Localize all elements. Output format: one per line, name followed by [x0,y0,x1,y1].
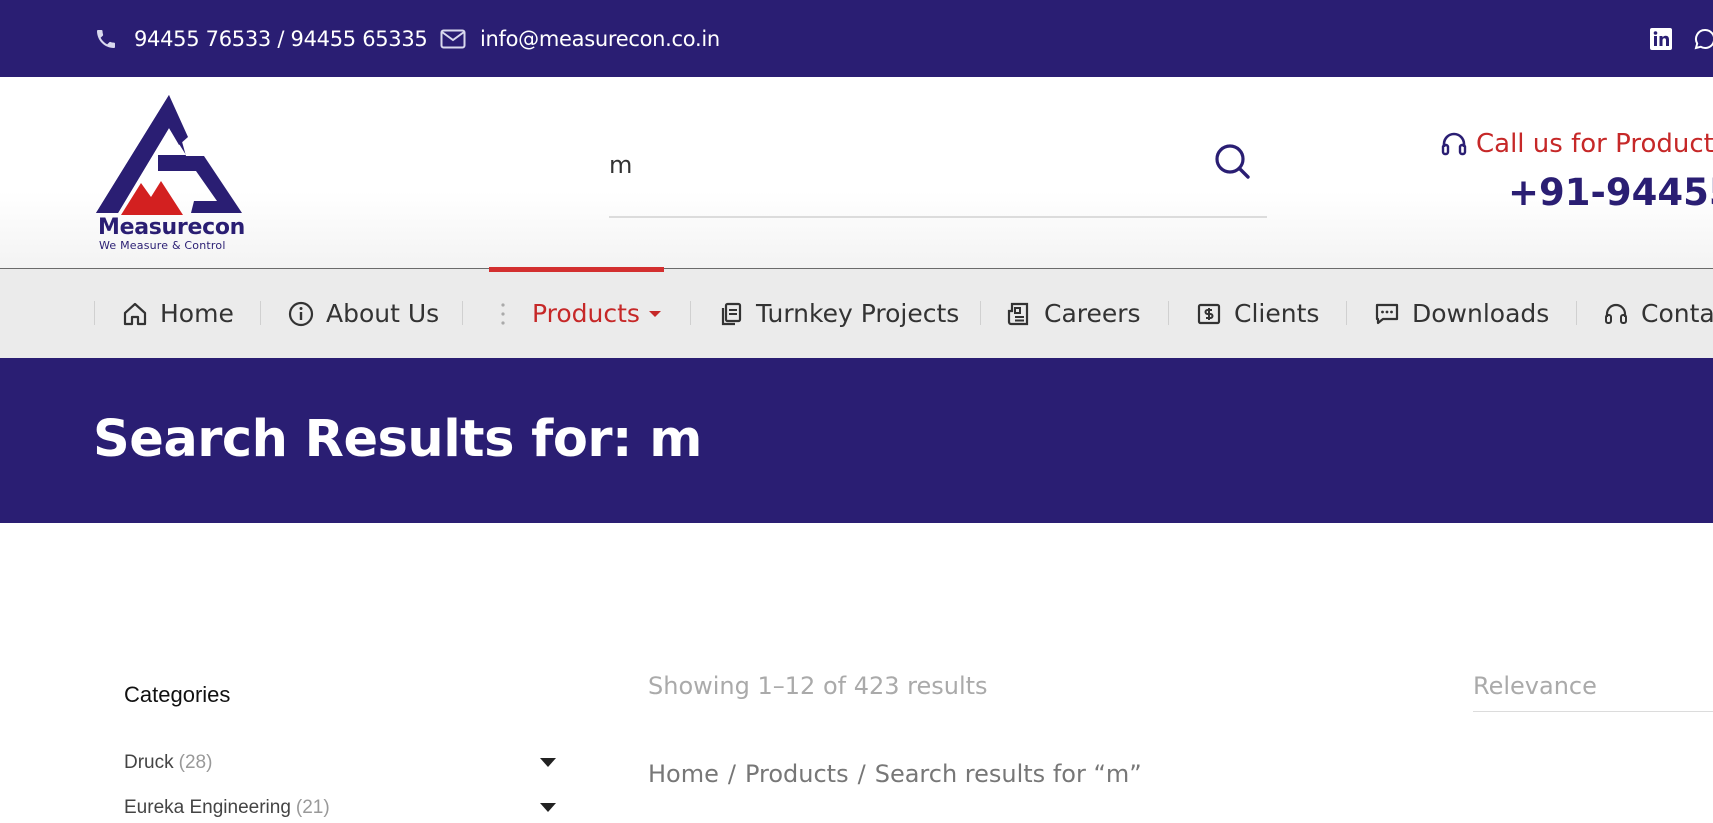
sort-select[interactable]: Relevance [1473,670,1713,712]
info-icon [288,301,314,326]
nav-separator [690,301,691,325]
nav-label: Downloads [1412,299,1550,328]
call-us-label: Call us for Product [1440,129,1713,159]
hotline-number[interactable]: +91-944557 [1508,171,1713,214]
home-icon [123,302,147,325]
search-box [609,122,1267,218]
phone-icon [97,29,115,48]
call-us-text: Call us for Product [1476,129,1713,159]
nav-label: Turnkey Projects [756,299,960,328]
brand-name: Measurecon [98,215,246,240]
phone-numbers: 94455 76533 / 94455 65335 [134,26,428,51]
page-title: Search Results for: m [93,410,702,469]
email-contact[interactable]: info@measurecon.co.in [440,0,720,77]
nav-label: About Us [326,299,440,328]
caret-down-icon [648,310,661,317]
nav-label: Conta [1641,299,1713,328]
nav-item-contact[interactable]: Conta [1603,269,1713,358]
nav-item-turnkey-projects[interactable]: Turnkey Projects [718,269,959,358]
newspaper-icon [1007,302,1029,325]
headset-icon [1605,303,1627,324]
breadcrumb-separator: / [727,760,736,788]
search-input[interactable] [609,140,1189,190]
whatsapp-icon [1694,28,1713,49]
nav-separator [1576,301,1577,325]
search-button[interactable] [1213,142,1257,186]
linkedin-link[interactable] [1650,0,1672,77]
nav-item-clients[interactable]: Clients [1196,269,1319,358]
brand-tagline: We Measure & Control [99,239,226,252]
nav-label: Home [160,299,234,328]
site-header: Measurecon We Measure & Control Call us … [0,77,1713,269]
breadcrumb: Home / Products / Search results for “m” [648,760,1142,788]
search-icon [1215,144,1250,179]
email-address: info@measurecon.co.in [480,26,720,51]
category-name: Eureka Engineering [124,797,291,818]
category-item[interactable]: Druck (28) [124,748,556,778]
dots-icon [501,302,505,325]
breadcrumb-current: Search results for “m” [874,760,1142,788]
nav-separator [260,301,261,325]
whatsapp-link[interactable] [1693,0,1713,77]
nav-item-about-us[interactable]: About Us [288,269,439,358]
nav-item-downloads[interactable]: Downloads [1374,269,1549,358]
main-navigation: Home About Us Products Turnkey Projects [0,267,1713,358]
category-count: (28) [178,752,213,773]
nav-item-home[interactable]: Home [122,269,234,358]
nav-item-careers[interactable]: Careers [1006,269,1141,358]
nav-separator [1168,301,1169,325]
breadcrumb-separator: / [857,760,866,788]
result-count: Showing 1–12 of 423 results [648,672,988,700]
category-count: (21) [295,797,330,818]
documents-icon [721,302,742,325]
headset-icon [1441,132,1467,156]
nav-separator [94,301,95,325]
nav-label: Clients [1234,299,1320,328]
phone-contact[interactable]: 94455 76533 / 94455 65335 [94,0,428,77]
breadcrumb-home[interactable]: Home [648,760,719,788]
nav-label: Products [532,299,640,328]
categories-heading: Categories [124,682,231,707]
breadcrumb-products[interactable]: Products [745,760,849,788]
nav-separator [980,301,981,325]
expand-arrow-icon[interactable] [540,758,556,767]
nav-separator [462,301,463,325]
category-name: Druck [124,752,174,773]
nav-separator [1346,301,1347,325]
nav-label: Careers [1044,299,1141,328]
dollar-icon [1197,303,1221,324]
page-banner: Search Results for: m [0,358,1713,523]
envelope-icon [440,29,466,48]
expand-arrow-icon[interactable] [540,803,556,812]
nav-item-products[interactable]: Products [496,269,662,358]
chat-icon [1375,303,1399,324]
top-contact-bar: 94455 76533 / 94455 65335 info@measureco… [0,0,1713,77]
linkedin-icon [1650,27,1672,50]
